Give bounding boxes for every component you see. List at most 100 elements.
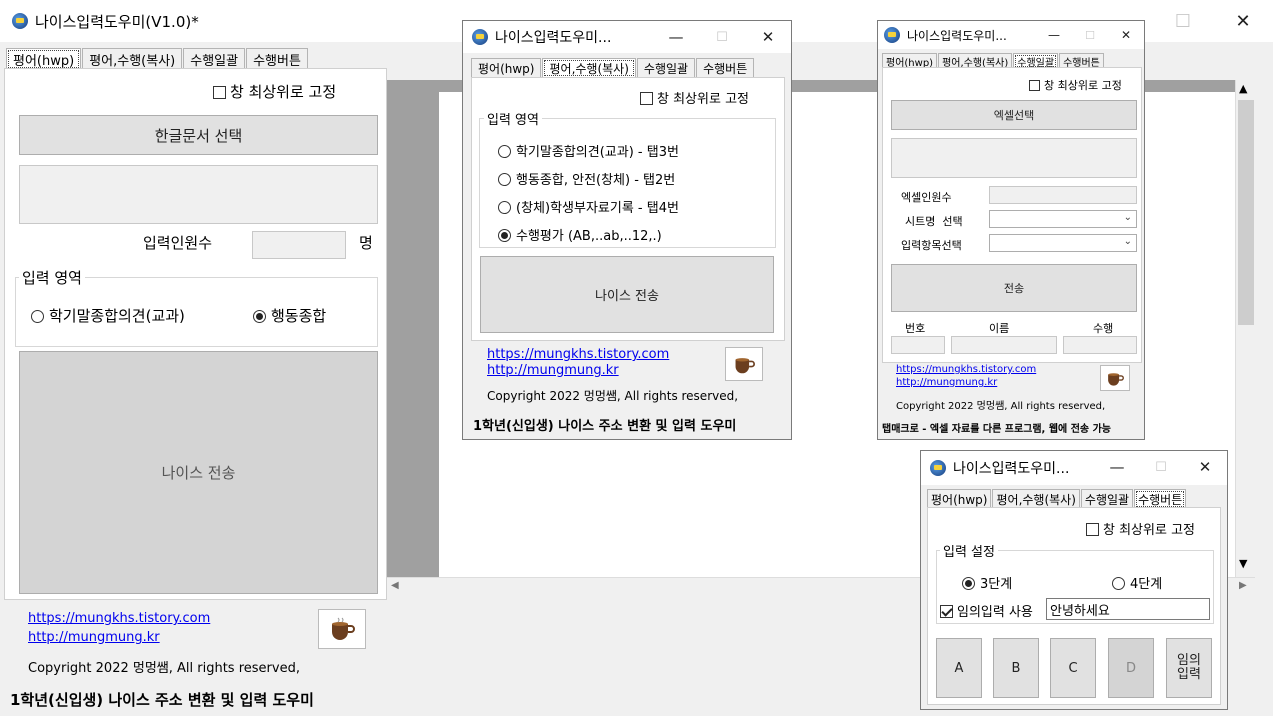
excel-file-display — [891, 138, 1137, 178]
maximize-icon[interactable]: ☐ — [1072, 21, 1108, 49]
win2-option-4[interactable]: 수행평가 (AB,..ab,..12,.) — [498, 225, 662, 244]
maximize-icon[interactable]: ☐ — [1153, 0, 1213, 42]
win3-link-site[interactable]: http://mungmung.kr — [896, 377, 997, 388]
win4-controls: — ☐ ✕ — [1095, 451, 1227, 485]
tab-hwp[interactable]: 평어(hwp) — [471, 58, 542, 78]
win2-tab-bar: 평어(hwp) 평어,수행(복사) 수행일괄 수행버튼 — [471, 58, 755, 78]
main-radio-behavior[interactable]: 행동종합 — [253, 305, 326, 326]
coffee-cup-icon[interactable] — [318, 609, 366, 649]
sheet-dropdown[interactable]: ⌄ — [989, 210, 1137, 228]
tab-button[interactable]: 수행버튼 — [1134, 489, 1187, 509]
tab-batch[interactable]: 수행일괄 — [183, 48, 246, 70]
win3-copyright: Copyright 2022 멍멍쌤, All rights reserved, — [896, 401, 1106, 412]
chevron-down-icon: ⌄ — [1123, 236, 1132, 247]
radio-4-level[interactable]: 4단계 — [1112, 573, 1162, 592]
excel-count-label: 엑셀인원수 — [901, 191, 952, 204]
close-icon[interactable]: ✕ — [1183, 451, 1227, 483]
item-label: 입력항목선택 — [901, 239, 962, 252]
win2-input-area-title: 입력 영역 — [484, 109, 542, 128]
main-input-area-title: 입력 영역 — [19, 267, 85, 288]
win3-controls: — ☐ ✕ — [1036, 21, 1144, 49]
perf-field — [1063, 336, 1137, 354]
main-send-button[interactable]: 나이스 전송 — [19, 351, 378, 594]
main-radio-opinion[interactable]: 학기말종합의견(교과) — [31, 305, 185, 326]
count-label: 입력인원수 — [143, 234, 213, 252]
excel-select-button[interactable]: 엑셀선택 — [891, 100, 1137, 130]
col-number-label: 번호 — [905, 322, 926, 335]
radio-3-level[interactable]: 3단계 — [962, 573, 1012, 592]
radio-icon — [1112, 577, 1125, 590]
main-topmost-checkbox[interactable]: 창 최상위로 고정 — [213, 81, 336, 102]
main-tab-bar: 평어(hwp) 평어,수행(복사) 수행일괄 수행버튼 — [6, 48, 309, 70]
scroll-left-icon[interactable]: ◀ — [391, 580, 399, 591]
win2-option-1[interactable]: 학기말종합의견(교과) - 탭3번 — [498, 141, 679, 160]
minimize-icon[interactable]: — — [1036, 21, 1072, 49]
app-logo-icon — [930, 460, 946, 476]
tab-copy[interactable]: 평어,수행(복사) — [992, 489, 1080, 509]
close-icon[interactable]: ✕ — [1213, 0, 1273, 42]
count-unit: 명 — [359, 234, 373, 252]
tab-copy[interactable]: 평어,수행(복사) — [82, 48, 183, 70]
tab-batch[interactable]: 수행일괄 — [1080, 489, 1134, 509]
button-d[interactable]: D — [1108, 638, 1154, 698]
win4-title: 나이스입력도우미... — [953, 461, 1070, 477]
app-logo-icon — [12, 13, 28, 29]
win2-option-2[interactable]: 행동종합, 안전(창체) - 탭2번 — [498, 169, 675, 188]
win2-topmost-checkbox[interactable]: 창 최상위로 고정 — [640, 88, 749, 107]
win2-footer-caption: 1학년(신입생) 나이스 주소 변환 및 입력 도우미 — [473, 419, 737, 434]
custom-input-checkbox[interactable]: 임의입력 사용 — [940, 601, 1033, 620]
scrollbar-thumb[interactable] — [1238, 100, 1254, 325]
coffee-cup-icon[interactable] — [1100, 365, 1130, 391]
maximize-icon[interactable]: ☐ — [1139, 451, 1183, 483]
radio-icon — [498, 145, 511, 158]
vertical-scrollbar[interactable]: ▲ ▼ — [1235, 80, 1255, 577]
radio-icon — [498, 201, 511, 214]
col-name-label: 이름 — [989, 322, 1010, 335]
win2-tab-panel: 창 최상위로 고정 입력 영역 학기말종합의견(교과) - 탭3번 행동종합, … — [471, 77, 785, 341]
tab-copy[interactable]: 평어,수행(복사) — [542, 58, 636, 78]
scroll-up-icon[interactable]: ▲ — [1239, 82, 1247, 95]
item-dropdown[interactable]: ⌄ — [989, 234, 1137, 252]
win2-link-site[interactable]: http://mungmung.kr — [487, 363, 619, 378]
main-window-controls: ☐ ✕ — [1153, 0, 1273, 42]
tab-hwp[interactable]: 평어(hwp) — [927, 489, 992, 509]
button-a[interactable]: A — [936, 638, 982, 698]
custom-input-button[interactable]: 임의 입력 — [1166, 638, 1212, 698]
radio-selected-icon — [498, 229, 511, 242]
tab-button[interactable]: 수행버튼 — [696, 58, 755, 78]
main-copyright: Copyright 2022 멍멍쌤, All rights reserved, — [28, 661, 300, 676]
main-link-site[interactable]: http://mungmung.kr — [28, 630, 160, 645]
main-link-blog[interactable]: https://mungkhs.tistory.com — [28, 611, 210, 626]
win3-link-blog[interactable]: https://mungkhs.tistory.com — [896, 364, 1036, 375]
win2-link-blog[interactable]: https://mungkhs.tistory.com — [487, 347, 669, 362]
scroll-down-icon[interactable]: ▼ — [1239, 557, 1247, 570]
select-hwp-button[interactable]: 한글문서 선택 — [19, 115, 378, 155]
col-perf-label: 수행 — [1093, 322, 1114, 335]
minimize-icon[interactable]: — — [1095, 451, 1139, 483]
main-footer-caption: 1학년(신입생) 나이스 주소 변환 및 입력 도우미 — [10, 691, 314, 709]
button-c[interactable]: C — [1050, 638, 1096, 698]
scroll-right-icon[interactable]: ▶ — [1239, 580, 1247, 591]
app-logo-icon — [472, 29, 488, 45]
win3-tab-panel: 창 최상위로 고정 엑셀선택 엑셀인원수 시트명 선택 ⌄ 입력항목선택 ⌄ 전… — [882, 67, 1142, 363]
tab-button[interactable]: 수행버튼 — [246, 48, 308, 70]
close-icon[interactable]: ✕ — [1108, 21, 1144, 49]
coffee-cup-icon[interactable] — [725, 347, 763, 381]
tab-hwp[interactable]: 평어(hwp) — [6, 48, 82, 70]
window-copy: 나이스입력도우미... — ☐ ✕ 평어(hwp) 평어,수행(복사) 수행일괄… — [462, 20, 792, 440]
win2-send-button[interactable]: 나이스 전송 — [480, 256, 774, 333]
radio-selected-icon — [962, 577, 975, 590]
minimize-icon[interactable]: — — [653, 21, 699, 53]
win4-topmost-checkbox[interactable]: 창 최상위로 고정 — [1086, 519, 1195, 538]
custom-input-field[interactable]: 안녕하세요 — [1046, 598, 1210, 620]
win2-copyright: Copyright 2022 멍멍쌤, All rights reserved, — [487, 389, 739, 403]
win2-option-3[interactable]: (창체)학생부자료기록 - 탭4번 — [498, 197, 679, 216]
tab-batch[interactable]: 수행일괄 — [636, 58, 696, 78]
win3-send-button[interactable]: 전송 — [891, 264, 1137, 312]
win3-topmost-checkbox[interactable]: 창 최상위로 고정 — [1029, 77, 1122, 93]
maximize-icon[interactable]: ☐ — [699, 21, 745, 53]
number-field — [891, 336, 945, 354]
button-b[interactable]: B — [993, 638, 1039, 698]
close-icon[interactable]: ✕ — [745, 21, 791, 53]
sheet-label: 시트명 선택 — [905, 215, 963, 228]
